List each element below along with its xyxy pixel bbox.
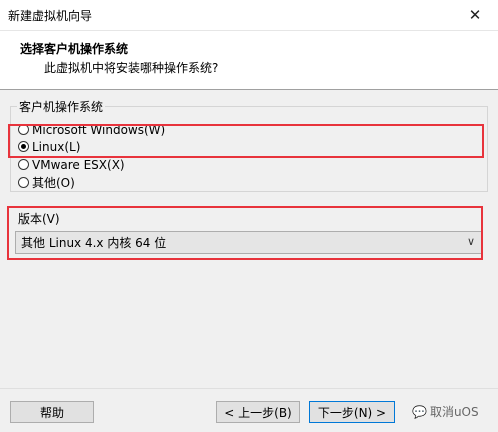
watermark-text: 取消uOS bbox=[429, 405, 479, 419]
radio-label: VMware ESX(X) bbox=[32, 157, 125, 172]
guest-os-legend: 客户机操作系统 bbox=[19, 100, 104, 114]
next-button[interactable]: 下一步(N) > bbox=[309, 401, 395, 423]
wechat-icon: 💬 bbox=[412, 404, 427, 419]
radio-other[interactable]: 其他(O) bbox=[18, 174, 75, 191]
radio-vmware-esx[interactable]: VMware ESX(X) bbox=[18, 156, 125, 173]
watermark: 💬 取消uOS bbox=[412, 403, 479, 420]
window-title: 新建虚拟机向导 bbox=[8, 9, 93, 23]
page-title: 选择客户机操作系统 bbox=[20, 42, 129, 56]
radio-button[interactable] bbox=[18, 177, 29, 188]
wizard-header: 选择客户机操作系统 此虚拟机中将安装哪种操作系统? bbox=[0, 31, 498, 90]
close-icon[interactable]: ✕ bbox=[452, 0, 498, 30]
back-button[interactable]: < 上一步(B) bbox=[216, 401, 300, 423]
radio-label: 其他(O) bbox=[32, 176, 75, 190]
footer-divider bbox=[0, 388, 498, 389]
page-subtitle: 此虚拟机中将安装哪种操作系统? bbox=[44, 61, 219, 75]
highlight-linux-option bbox=[8, 124, 484, 158]
highlight-version bbox=[7, 206, 483, 260]
title-bar: 新建虚拟机向导 ✕ bbox=[0, 0, 498, 31]
help-button[interactable]: 帮助 bbox=[10, 401, 94, 423]
radio-button[interactable] bbox=[18, 159, 29, 170]
